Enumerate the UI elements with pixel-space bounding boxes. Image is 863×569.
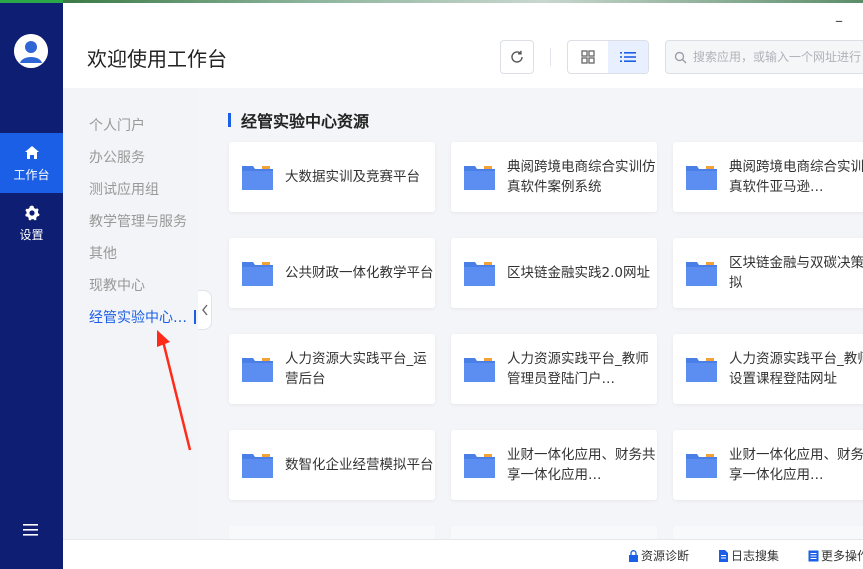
resource-panel: 经管实验中心资源 大数据实训及竞赛平台 典阅跨境电商综合实训仿真软件案例系统 典阅跨…: [198, 88, 863, 539]
view-toggle: [567, 40, 649, 74]
app-card[interactable]: 业财一体化应用: [673, 526, 863, 539]
folder-icon: [242, 358, 273, 382]
log-collect-button[interactable]: 日志搜集: [718, 547, 779, 564]
chevron-left-icon: [201, 304, 208, 316]
page-title: 欢迎使用工作台: [87, 47, 227, 71]
category-item[interactable]: 教学管理与服务: [89, 211, 187, 231]
folder-icon: [686, 358, 717, 382]
header: 欢迎使用工作台 –: [63, 3, 863, 88]
app-card-label: 区块链金融实践2.0网址: [507, 265, 650, 281]
collapse-sidebar-button[interactable]: [198, 290, 212, 330]
app-card-label: 人力资源实践平台_教师设置课程登陆网址: [729, 351, 863, 387]
user-avatar[interactable]: [14, 34, 48, 68]
hamburger-icon[interactable]: [21, 522, 41, 538]
app-card[interactable]: 典阅跨境电商综合实训仿真软件亚马逊…: [673, 142, 863, 212]
app-card[interactable]: 智慧工商综合运营实训系统: [451, 526, 657, 539]
app-card[interactable]: 人力资源实践平台_教师管理员登陆门户…: [451, 334, 657, 404]
search-input[interactable]: [693, 50, 863, 64]
gear-icon: [24, 205, 39, 220]
section-marker: [228, 113, 231, 127]
app-card-label: 人力资源实践平台_教师管理员登陆门户…: [507, 351, 649, 387]
app-card-label: 公共财政一体化教学平台: [285, 265, 434, 281]
folder-icon: [464, 166, 495, 190]
list-view-button[interactable]: [608, 41, 648, 73]
refresh-button[interactable]: [500, 40, 534, 74]
folder-icon: [686, 262, 717, 286]
grid-icon: [581, 50, 595, 64]
app-card-label: 大数据实训及竞赛平台: [285, 169, 420, 185]
window-top-strip: [0, 0, 63, 3]
folder-icon: [242, 166, 273, 190]
grid-view-button[interactable]: [568, 41, 608, 73]
active-indicator: [194, 310, 196, 324]
folder-icon: [686, 166, 717, 190]
app-card[interactable]: 数智化企业经营模拟平台: [229, 430, 435, 500]
app-card[interactable]: 大数据实训及竞赛平台: [229, 142, 435, 212]
app-card[interactable]: 业财一体化应用、财务共享一体化应用: [229, 526, 435, 539]
rail-item-label: 设置: [19, 227, 44, 242]
status-label: 资源诊断: [641, 549, 690, 563]
app-card-label: 区块链金融与双碳决策模拟: [729, 255, 863, 291]
folder-icon: [464, 262, 495, 286]
app-card-label: 数智化企业经营模拟平台: [285, 457, 434, 473]
menu-doc-icon: [808, 550, 819, 561]
app-card[interactable]: 人力资源实践平台_教师设置课程登陆网址: [673, 334, 863, 404]
app-card-label: 典阅跨境电商综合实训仿真软件案例系统: [507, 159, 656, 195]
folder-icon: [464, 454, 495, 478]
app-card[interactable]: 公共财政一体化教学平台: [229, 238, 435, 308]
rail-item-label: 工作台: [13, 167, 50, 182]
category-item[interactable]: 办公服务: [89, 147, 145, 167]
app-card[interactable]: 区块链金融实践2.0网址: [451, 238, 657, 308]
app-card-label: 典阅跨境电商综合实训仿真软件亚马逊…: [729, 159, 863, 195]
folder-icon: [242, 454, 273, 478]
lock-icon: [629, 549, 638, 562]
folder-icon: [464, 358, 495, 382]
refresh-icon: [511, 50, 523, 63]
app-card-label: 业财一体化应用、财务共享一体化应用…: [729, 447, 863, 483]
list-icon: [620, 52, 636, 62]
category-item[interactable]: 个人门户: [89, 115, 145, 135]
category-sidebar: 个人门户 办公服务 测试应用组 教学管理与服务 其他 现教中心 经管实验中心…: [63, 88, 198, 539]
folder-icon: [242, 262, 273, 286]
rail-item-workbench[interactable]: 工作台: [0, 133, 63, 193]
folder-icon: [686, 454, 717, 478]
home-icon: [24, 145, 39, 159]
status-label: 更多操作: [821, 549, 863, 563]
search-box: [665, 40, 863, 74]
category-item[interactable]: 测试应用组: [89, 179, 159, 199]
document-icon: [719, 549, 728, 562]
category-item-active[interactable]: 经管实验中心…: [89, 307, 187, 327]
section-title-text: 经管实验中心资源: [241, 112, 370, 131]
search-icon: [674, 51, 687, 63]
rail-item-settings[interactable]: 设置: [0, 193, 63, 253]
status-bar: 资源诊断 日志搜集 更多操作: [63, 539, 863, 569]
section-title: 经管实验中心资源: [228, 108, 369, 132]
status-label: 日志搜集: [731, 549, 780, 563]
app-card-label: 业财一体化应用、财务共享一体化应用…: [507, 447, 656, 483]
app-card[interactable]: 业财一体化应用、财务共享一体化应用…: [451, 430, 657, 500]
app-card[interactable]: 人力资源大实践平台_运营后台: [229, 334, 435, 404]
app-card[interactable]: 区块链金融与双碳决策模拟: [673, 238, 863, 308]
header-divider: [550, 48, 551, 66]
app-card[interactable]: 典阅跨境电商综合实训仿真软件案例系统: [451, 142, 657, 212]
workbench-app: 工作台 设置 欢迎使用工作台 – 搜索应用，或输入一个网址进行 个人门户 办公服…: [0, 0, 863, 569]
more-actions-button[interactable]: 更多操作: [808, 547, 863, 564]
minimize-button[interactable]: –: [835, 11, 843, 30]
nav-rail: 工作台 设置: [0, 0, 63, 569]
app-card[interactable]: 业财一体化应用、财务共享一体化应用…: [673, 430, 863, 500]
app-card-label: 人力资源大实践平台_运营后台: [285, 351, 427, 387]
user-avatar-icon: [14, 34, 48, 68]
category-item[interactable]: 其他: [89, 243, 117, 263]
category-item[interactable]: 现教中心: [89, 275, 145, 295]
resource-diagnosis-button[interactable]: 资源诊断: [628, 547, 689, 564]
